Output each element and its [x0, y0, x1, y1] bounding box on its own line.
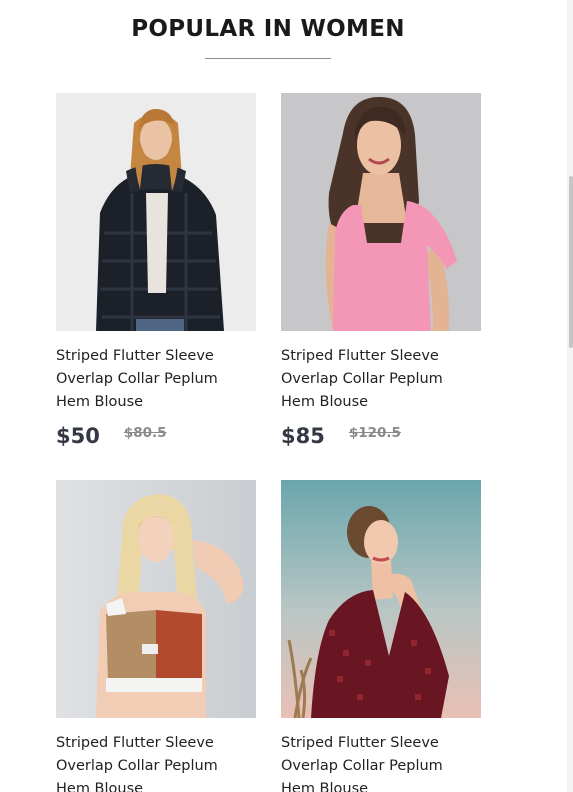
scrollbar-thumb[interactable] [569, 176, 573, 348]
product-price: $85 [281, 424, 325, 448]
product-image-pink-top[interactable] [281, 93, 481, 331]
price-row: $50 $80.5 [56, 424, 256, 448]
product-name[interactable]: Striped Flutter Sleeve Overlap Collar Pe… [56, 732, 256, 792]
page-scrollbar[interactable] [567, 0, 573, 792]
product-name[interactable]: Striped Flutter Sleeve Overlap Collar Pe… [281, 732, 481, 792]
product-card[interactable]: Striped Flutter Sleeve Overlap Collar Pe… [56, 480, 256, 792]
title-divider [205, 58, 331, 59]
product-image-fur-jacket[interactable] [56, 93, 256, 331]
product-name[interactable]: Striped Flutter Sleeve Overlap Collar Pe… [56, 345, 256, 414]
product-image-red-dress[interactable] [281, 480, 481, 718]
product-card[interactable]: Striped Flutter Sleeve Overlap Collar Pe… [281, 480, 481, 792]
product-old-price: $80.5 [123, 425, 167, 441]
section-title: POPULAR IN WOMEN [131, 16, 405, 42]
product-card[interactable]: Striped Flutter Sleeve Overlap Collar Pe… [56, 93, 256, 448]
product-price: $50 [56, 424, 100, 448]
product-name[interactable]: Striped Flutter Sleeve Overlap Collar Pe… [281, 345, 481, 414]
product-section: POPULAR IN WOMEN Striped Flutter Sleeve … [0, 0, 573, 792]
product-image-sports-top[interactable] [56, 480, 256, 718]
product-card[interactable]: Striped Flutter Sleeve Overlap Collar Pe… [281, 93, 481, 448]
product-old-price: $120.5 [348, 425, 401, 441]
price-row: $85 $120.5 [281, 424, 481, 448]
